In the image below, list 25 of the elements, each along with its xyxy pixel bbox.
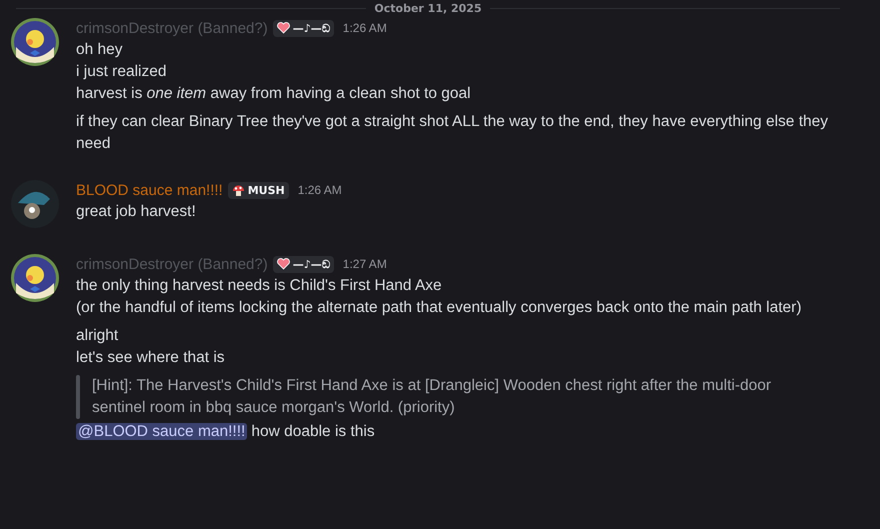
message-text: let's see where that is: [76, 348, 226, 368]
message-text: if they can clear Binary Tree they've got a straight shot ALL the way to the end, they have everything else they need: [76, 112, 829, 154]
message-text: how doable is this: [251, 423, 375, 440]
guild-tag[interactable]: —♪—ඞ: [272, 20, 334, 36]
guild-tag[interactable]: —♪—ඞ: [272, 256, 334, 272]
timestamp: 1:26 AM: [298, 183, 342, 197]
mushroom-icon: [232, 184, 245, 196]
date-divider: October 11, 2025: [374, 2, 482, 14]
guild-tag[interactable]: MUSH: [228, 182, 289, 198]
message-text: i just realized: [76, 62, 168, 82]
block-quote: [Hint]: The Harvest's Child's First Hand Axe is at [Drangleic] Wooden chest right after the multi-door sentinel room in bbq sauce morgan's World. (priority): [92, 376, 772, 418]
heart-icon: [276, 258, 290, 270]
heart-icon: [276, 22, 290, 34]
timestamp: 1:27 AM: [342, 257, 387, 271]
user-mention[interactable]: @BLOOD sauce man!!!!: [76, 423, 248, 440]
message-text: the only thing harvest needs is Child's First Hand Axe: [76, 276, 443, 296]
avatar[interactable]: [10, 253, 60, 303]
message-text: oh hey: [76, 40, 124, 60]
message-text: (or the handful of items locking the alternate path that eventually converges back onto the main path later): [76, 298, 802, 318]
message-text: great job harvest!: [76, 202, 197, 222]
message-text: harvest is one item away from having a clean shot to goal: [76, 84, 472, 104]
author-name[interactable]: BLOOD sauce man!!!!: [76, 182, 223, 198]
timestamp: 1:26 AM: [342, 21, 387, 35]
message-text: alright: [76, 326, 120, 346]
avatar[interactable]: [10, 17, 60, 67]
